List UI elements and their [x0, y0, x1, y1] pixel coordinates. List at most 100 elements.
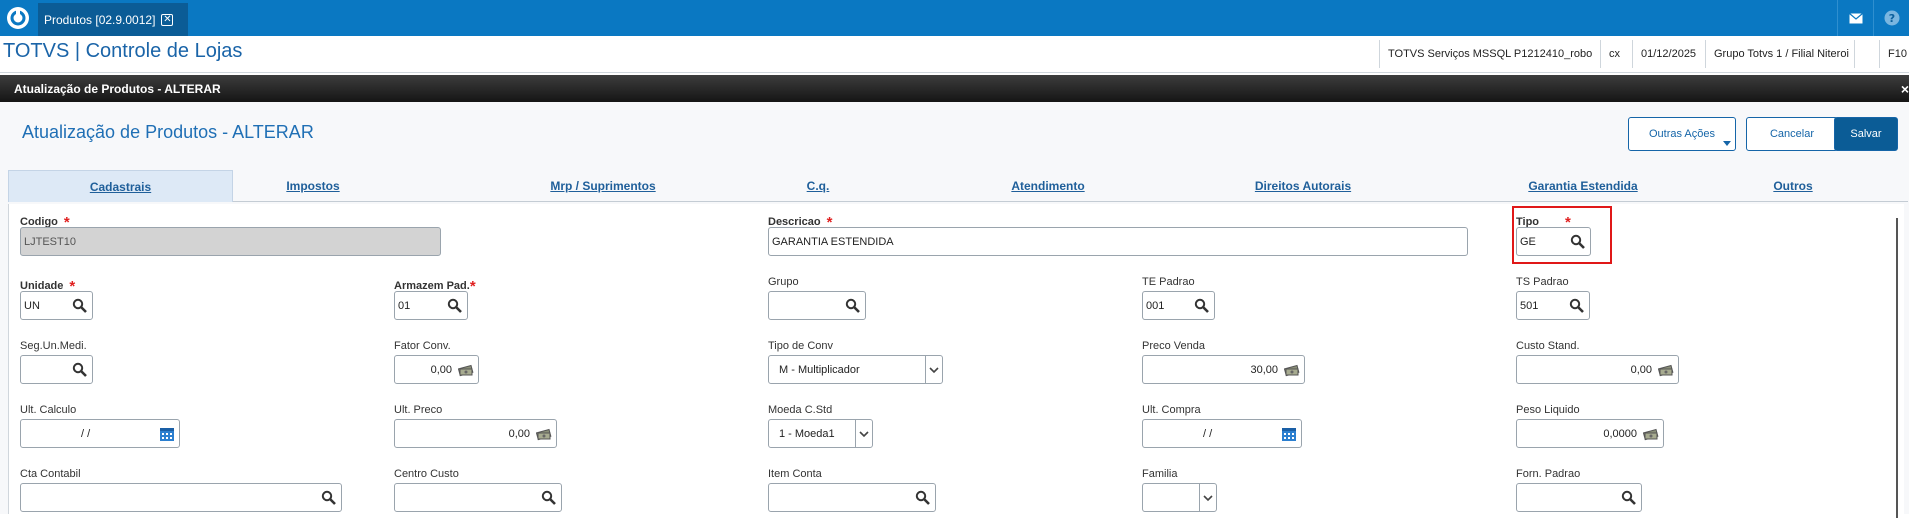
cta-contabil-field: Cta Contabil [20, 468, 342, 512]
grupo-input[interactable] [768, 291, 866, 320]
tab-outros[interactable]: Outros [1758, 170, 1828, 202]
currency-icon[interactable] [1284, 362, 1300, 378]
forn-padrao-input[interactable] [1516, 483, 1642, 512]
search-icon[interactable] [1194, 298, 1210, 314]
preco-venda-label: Preco Venda [1142, 340, 1205, 352]
seg-un-input[interactable] [20, 355, 93, 384]
chevron-down-icon[interactable] [925, 356, 942, 383]
more-actions-button[interactable]: Outras Ações [1628, 117, 1736, 151]
ult-preco-value: 0,00 [508, 427, 530, 440]
ult-calculo-field: Ult. Calculo / / [20, 404, 180, 448]
currency-icon[interactable] [1658, 362, 1674, 378]
preco-venda-input[interactable]: 30,00 [1142, 355, 1305, 384]
armazem-value: 01 [398, 299, 411, 312]
chevron-down-icon[interactable] [1199, 484, 1216, 511]
ult-preco-input[interactable]: 0,00 [394, 419, 557, 448]
codigo-field: Codigo * LJTEST10 [20, 212, 441, 256]
help-icon[interactable]: ? [1873, 0, 1909, 36]
descricao-value: GARANTIA ESTENDIDA [772, 235, 894, 248]
dialog-close-icon[interactable]: × [1901, 81, 1909, 97]
search-icon[interactable] [541, 490, 557, 506]
totvs-logo-icon[interactable] [0, 0, 36, 36]
tab-produtos[interactable]: Produtos [02.9.0012] ✕ [38, 3, 188, 36]
fator-conv-label: Fator Conv. [394, 340, 451, 352]
moeda-field: Moeda C.Std 1 - Moeda1 [768, 404, 873, 448]
moeda-value: 1 - Moeda1 [779, 427, 835, 440]
fator-conv-field: Fator Conv. 0,00 [394, 340, 479, 384]
form-title: Atualização de Produtos - ALTERAR [22, 122, 314, 142]
peso-input[interactable]: 0,0000 [1516, 419, 1664, 448]
ult-compra-field: Ult. Compra / / [1142, 404, 1302, 448]
calendar-icon[interactable] [1281, 426, 1297, 442]
mail-icon[interactable] [1837, 0, 1873, 36]
vertical-scrollbar[interactable] [1896, 218, 1898, 518]
forn-padrao-field: Forn. Padrao [1516, 468, 1642, 512]
tab-direitos-autorais[interactable]: Direitos Autorais [1228, 170, 1378, 202]
shortcut-info[interactable]: F10 [1879, 40, 1909, 68]
armazem-input[interactable]: 01 [394, 291, 468, 320]
environment-info[interactable]: TOTVS Serviços MSSQL P1212410_robo [1379, 40, 1600, 68]
tab-close-icon[interactable]: ✕ [161, 13, 174, 26]
tab-garantia-estendida[interactable]: Garantia Estendida [1498, 170, 1668, 202]
currency-icon[interactable] [458, 362, 474, 378]
ts-padrao-value: 501 [1520, 299, 1539, 312]
tab-atendimento[interactable]: Atendimento [988, 170, 1108, 202]
branch-info[interactable]: Grupo Totvs 1 / Filial Niteroi [1705, 40, 1857, 68]
tab-impostos[interactable]: Impostos [243, 170, 383, 202]
dialog-title: Atualização de Produtos - ALTERAR [14, 82, 221, 96]
date-info[interactable]: 01/12/2025 [1632, 40, 1704, 68]
app-title: TOTVS | Controle de Lojas [3, 40, 243, 62]
tipo-conv-select[interactable]: M - Multiplicador [768, 355, 943, 384]
custo-stand-label: Custo Stand. [1516, 340, 1580, 352]
item-conta-field: Item Conta [768, 468, 936, 512]
tab-mrp-suprimentos[interactable]: Mrp / Suprimentos [528, 170, 678, 202]
cta-contabil-input[interactable] [20, 483, 342, 512]
item-conta-input[interactable] [768, 483, 936, 512]
search-icon[interactable] [72, 362, 88, 378]
unidade-input[interactable]: UN [20, 291, 93, 320]
preco-venda-field: Preco Venda 30,00 [1142, 340, 1305, 384]
separator [1854, 40, 1876, 68]
tab-cadastrais[interactable]: Cadastrais [8, 170, 233, 202]
product-form: Atualização de Produtos - ALTERAR Outras… [0, 102, 1909, 518]
tipo-conv-label: Tipo de Conv [768, 340, 834, 352]
dialog-titlebar: Atualização de Produtos - ALTERAR × [0, 75, 1909, 102]
familia-select[interactable] [1142, 483, 1217, 512]
caret-down-icon [1723, 141, 1731, 146]
seg-un-label: Seg.Un.Medi. [20, 340, 87, 352]
ts-padrao-label: TS Padrao [1516, 276, 1569, 288]
tab-cq[interactable]: C.q. [788, 170, 848, 202]
search-icon[interactable] [447, 298, 463, 314]
moeda-label: Moeda C.Std [768, 404, 833, 416]
user-info[interactable]: cx [1600, 40, 1628, 68]
search-icon[interactable] [1621, 490, 1637, 506]
descricao-input[interactable]: GARANTIA ESTENDIDA [768, 227, 1468, 256]
search-icon[interactable] [1569, 298, 1585, 314]
ult-calculo-value: / / [81, 427, 91, 440]
ult-preco-label: Ult. Preco [394, 404, 443, 416]
ult-preco-field: Ult. Preco 0,00 [394, 404, 557, 448]
calendar-icon[interactable] [159, 426, 175, 442]
search-icon[interactable] [321, 490, 337, 506]
chevron-down-icon[interactable] [855, 420, 872, 447]
familia-label: Familia [1142, 468, 1178, 480]
peso-label: Peso Liquido [1516, 404, 1580, 416]
search-icon[interactable] [915, 490, 931, 506]
moeda-select[interactable]: 1 - Moeda1 [768, 419, 873, 448]
custo-stand-input[interactable]: 0,00 [1516, 355, 1679, 384]
ult-calculo-input[interactable]: / / [20, 419, 180, 448]
currency-icon[interactable] [1643, 426, 1659, 442]
ult-compra-input[interactable]: / / [1142, 419, 1302, 448]
ts-padrao-input[interactable]: 501 [1516, 291, 1590, 320]
codigo-input[interactable]: LJTEST10 [20, 227, 441, 256]
fator-conv-input[interactable]: 0,00 [394, 355, 479, 384]
search-icon[interactable] [845, 298, 861, 314]
search-icon[interactable] [72, 298, 88, 314]
seg-un-field: Seg.Un.Medi. [20, 340, 93, 384]
te-padrao-input[interactable]: 001 [1142, 291, 1215, 320]
tipo-highlight-box [1512, 206, 1612, 264]
currency-icon[interactable] [536, 426, 552, 442]
centro-custo-input[interactable] [394, 483, 562, 512]
save-button[interactable]: Salvar [1834, 117, 1898, 151]
cancel-button[interactable]: Cancelar [1746, 117, 1838, 151]
